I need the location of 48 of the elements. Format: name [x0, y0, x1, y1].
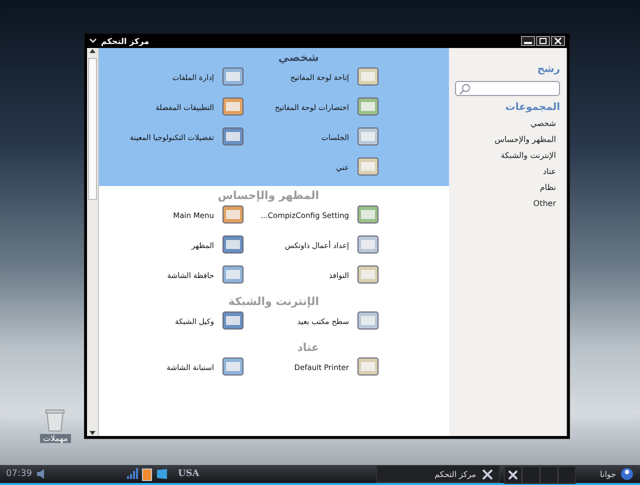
workspace-switcher[interactable]	[504, 466, 576, 482]
caret-icon[interactable]	[89, 38, 97, 44]
app-icon[interactable]	[357, 156, 379, 178]
app-icon[interactable]	[222, 66, 244, 88]
app-icon[interactable]	[357, 264, 379, 286]
section-heading: المظهر والإحساس	[216, 189, 320, 202]
app-icon[interactable]	[222, 264, 244, 286]
app-icon[interactable]	[357, 204, 379, 226]
keyboard-layout[interactable]: USA	[178, 469, 200, 479]
filter-heading: رشح	[536, 64, 560, 75]
group-link[interactable]: شخصي	[459, 119, 556, 131]
section-heading: عتاد	[296, 341, 320, 354]
scrollbar[interactable]	[87, 48, 99, 436]
app-icon[interactable]	[357, 234, 379, 256]
desktop-icon-label[interactable]: مهملات	[40, 434, 71, 443]
taskbar-window-button[interactable]: مركز التحكم	[376, 465, 500, 483]
group-link[interactable]: الإنترنت والشبكة	[459, 151, 556, 163]
close-button[interactable]	[551, 36, 565, 46]
app-icon[interactable]	[222, 356, 244, 378]
groups-heading: المجموعات	[504, 102, 560, 113]
maximize-button[interactable]	[536, 36, 550, 46]
app-icon[interactable]	[222, 310, 244, 332]
app-icon[interactable]	[222, 204, 244, 226]
app-icon[interactable]	[222, 234, 244, 256]
section-heading: الإنترنت والشبكة	[227, 295, 320, 308]
user-icon[interactable]	[620, 467, 634, 481]
clock: 07:39	[6, 469, 32, 479]
group-link[interactable]: عتاد	[459, 167, 556, 179]
app-icon[interactable]	[357, 356, 379, 378]
app-icon[interactable]	[357, 96, 379, 118]
scroll-down-icon[interactable]	[89, 430, 96, 436]
app-icon[interactable]	[357, 126, 379, 148]
group-link[interactable]: المظهر والإحساس	[459, 135, 556, 147]
group-link[interactable]: Other	[459, 199, 556, 211]
search-field[interactable]	[455, 81, 560, 96]
signal-icon[interactable]	[126, 468, 138, 480]
app-icon[interactable]	[357, 66, 379, 88]
user-menu[interactable]: جوانا	[600, 470, 616, 478]
group-link[interactable]: نظام	[459, 183, 556, 195]
minimize-button[interactable]	[521, 36, 535, 46]
window-title: مركز التحكم	[101, 36, 150, 46]
app-icon[interactable]	[222, 126, 244, 148]
section-heading: شخصي	[277, 51, 320, 64]
scroll-up-icon[interactable]	[89, 48, 96, 54]
app-icon[interactable]	[222, 96, 244, 118]
search-icon	[459, 82, 471, 94]
clipboard-icon[interactable]	[142, 468, 152, 480]
app-icon[interactable]	[357, 310, 379, 332]
